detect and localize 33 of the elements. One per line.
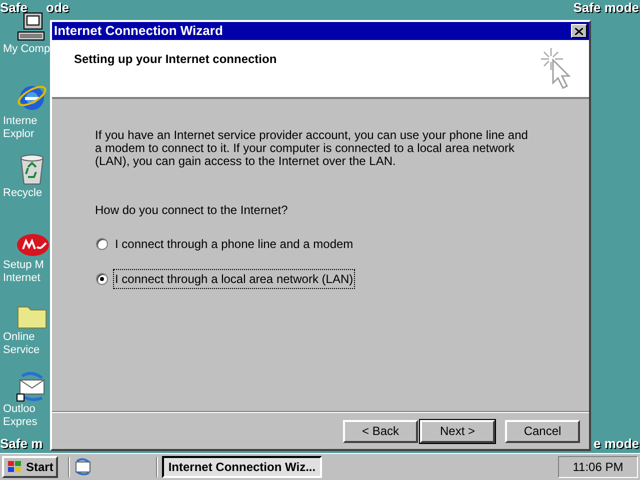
desktop-icon-label[interactable]: Outloo (3, 403, 36, 416)
desktop-icon-label[interactable]: Online (3, 331, 35, 344)
desktop-icon-label[interactable]: Internet (3, 272, 40, 285)
safe-mode-label: Safe m (0, 437, 43, 450)
desktop-icon-label[interactable]: Expres (3, 416, 38, 429)
wizard-heading: Setting up your Internet connection (74, 51, 277, 68)
close-icon (575, 28, 583, 34)
start-button[interactable]: Start (2, 456, 58, 478)
taskbar-window-button[interactable]: Internet Connection Wiz... (162, 456, 322, 478)
safe-mode-label: e mode (593, 437, 639, 450)
desktop-icon-label[interactable]: Recycle (3, 187, 42, 200)
desktop-icon-label[interactable]: Service (3, 344, 40, 357)
desktop-icon-label[interactable]: Interne (3, 115, 38, 128)
safe-mode-label: Safe mode (573, 1, 639, 14)
clock: 11:06 PM (558, 456, 638, 478)
wizard-button[interactable]: < Back (343, 420, 418, 442)
desktop-icon-label[interactable]: Setup M (3, 259, 44, 272)
radio-button[interactable] (96, 238, 108, 250)
windows-logo-icon (7, 460, 23, 474)
radio-label[interactable]: I connect through a local area network (LAN) (113, 269, 356, 289)
close-button[interactable] (571, 24, 587, 38)
radio-button[interactable] (96, 273, 108, 285)
wizard-button[interactable]: Next > (420, 420, 495, 442)
safe-mode-label: ode (46, 1, 70, 14)
desktop-icon-label[interactable]: My Comp (3, 43, 50, 56)
question-label: How do you connect to the Internet? (95, 202, 289, 219)
safe-mode-label: Safe (0, 1, 28, 14)
radio-label[interactable]: I connect through a phone line and a modem (113, 234, 356, 254)
quick-launch-icon[interactable] (74, 458, 92, 476)
intro-paragraph: If you have an Internet service provider account, you can use your phone line and a modem to connect to it. If your computer is connected to a local area network (LAN), you can gain access to the Internet over the LAN. (95, 129, 529, 168)
window-title: Internet Connection Wizard (54, 22, 223, 40)
desktop-icon-label[interactable]: Explor (3, 128, 34, 141)
wizard-button[interactable]: Cancel (505, 420, 580, 442)
